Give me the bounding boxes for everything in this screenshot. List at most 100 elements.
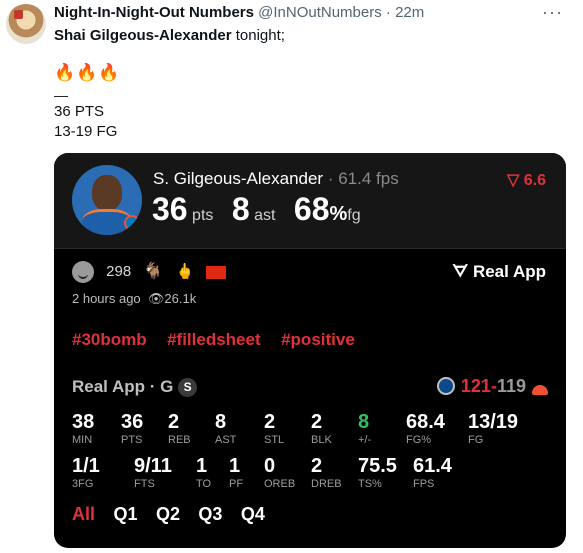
middle-finger-icon[interactable]: 🖕	[175, 263, 194, 280]
score-win: 121	[460, 376, 491, 396]
stat-value: 13/19	[468, 411, 519, 433]
stat-value: 8	[215, 411, 227, 433]
author-avatar[interactable]	[6, 4, 46, 44]
tab-q4[interactable]: Q4	[241, 504, 265, 524]
stat-label: AST	[215, 434, 237, 446]
points-unit: pts	[192, 207, 214, 224]
headline-stats: 36 pts 8 ast 68%fg	[152, 191, 375, 228]
smiley-icon[interactable]	[72, 261, 94, 284]
stat-fg: 13/19 FG	[468, 411, 518, 447]
stat-pts: 36 PTS	[121, 411, 143, 447]
stat-oreb: 0 OREB	[264, 455, 295, 491]
author-name[interactable]: Night-In-Night-Out Numbers	[54, 4, 254, 21]
real-app-label: Real App	[472, 262, 546, 281]
tweet-text: Shai Gilgeous-Alexander tonight;	[54, 26, 285, 46]
stat-value: 0	[264, 455, 276, 477]
stat-value: 36	[121, 411, 144, 433]
stat-min: 38 MIN	[72, 411, 94, 447]
stat-plus-minus: 8 +/-	[358, 411, 371, 447]
stat-label: STL	[264, 434, 285, 446]
tweet-header: Night-In-Night-Out Numbers @InNOutNumber…	[54, 4, 424, 22]
post-meta: 2 hours ago 👁26.1k	[72, 291, 196, 307]
stat-value: 75.5	[358, 455, 397, 477]
reactions-row: 298 🐐 🖕	[72, 261, 234, 284]
stat-label: TO	[196, 478, 212, 490]
points-value: 36	[152, 191, 188, 227]
hashtag[interactable]: #positive	[281, 330, 355, 349]
stat-value: 9/11	[134, 455, 172, 477]
tweet-pts-line: 36 PTS	[54, 103, 105, 120]
stat-fps: 61.4 FPS	[413, 455, 452, 491]
stat-label: REB	[168, 434, 191, 446]
tab-q2[interactable]: Q2	[156, 504, 180, 524]
player-avatar	[72, 165, 142, 235]
fire-emojis: 🔥🔥🔥	[54, 63, 121, 82]
avatar-logo	[14, 10, 23, 19]
stat-label: TS%	[358, 478, 382, 490]
stat-value: 1	[229, 455, 241, 477]
stat-3fg: 1/1 3FG	[72, 455, 100, 491]
stat-value: 68.4	[406, 411, 445, 433]
stat-reb: 2 REB	[168, 411, 191, 447]
more-options-icon[interactable]: ···	[542, 2, 563, 23]
stat-value: 61.4	[413, 455, 452, 477]
real-app-logo-icon: ᗊ	[452, 262, 473, 281]
real-app-link[interactable]: ᗊ Real App	[452, 262, 546, 282]
score-loss: 119	[496, 376, 526, 396]
stat-value: 2	[311, 411, 323, 433]
tweet-fg-line: 13-19 FG	[54, 123, 118, 140]
quarter-tabs: All Q1 Q2 Q3 Q4	[72, 504, 279, 525]
game-source-label: Real App · G	[72, 377, 174, 396]
tab-all[interactable]: All	[72, 504, 95, 524]
stat-label: OREB	[264, 478, 296, 490]
stat-card[interactable]: S. Gilgeous-Alexander · 61.4 fps ▽ 6.6 3…	[54, 153, 566, 548]
goat-icon[interactable]: 🐐	[143, 263, 163, 280]
hashtag[interactable]: #30bomb	[72, 330, 147, 349]
stat-value: 1/1	[72, 455, 100, 477]
china-flag-icon[interactable]	[206, 265, 227, 279]
stat-label: +/-	[358, 434, 372, 446]
thunder-logo-icon	[532, 385, 548, 395]
stat-ts-pct: 75.5 TS%	[358, 455, 397, 491]
stat-label: BLK	[311, 434, 332, 446]
game-score: 121-119	[436, 376, 548, 397]
stat-stl: 2 STL	[264, 411, 284, 447]
stat-to: 1 TO	[196, 455, 211, 491]
tweet-player-name: Shai Gilgeous-Alexander	[54, 27, 232, 44]
stat-label: PTS	[121, 434, 143, 446]
assists-value: 8	[231, 191, 250, 227]
trend-value: 6.6	[523, 172, 546, 189]
stat-value: 1	[196, 455, 208, 477]
tab-q1[interactable]: Q1	[113, 504, 137, 524]
stat-label: DREB	[311, 478, 342, 490]
starter-badge: S	[178, 378, 198, 398]
stat-dreb: 2 DREB	[311, 455, 342, 491]
time-ago: 2 hours ago	[72, 291, 141, 306]
stat-fts: 9/11 FTS	[134, 455, 172, 491]
fg-unit: fg	[347, 207, 361, 224]
stat-label: FPS	[413, 478, 435, 490]
trend-down-icon: ▽	[507, 172, 524, 189]
player-name-line: S. Gilgeous-Alexander · 61.4 fps	[153, 169, 399, 189]
stat-ast: 8 AST	[215, 411, 236, 447]
smiley-count: 298	[106, 263, 132, 280]
stat-blk: 2 BLK	[311, 411, 332, 447]
stat-value: 2	[168, 411, 180, 433]
eye-icon: 👁	[147, 291, 165, 306]
stat-value: 2	[311, 455, 323, 477]
tab-q3[interactable]: Q3	[198, 504, 222, 524]
team-badge-icon	[124, 215, 140, 231]
hashtag[interactable]: #filledsheet	[167, 330, 261, 349]
card-header: S. Gilgeous-Alexander · 61.4 fps ▽ 6.6 3…	[54, 153, 566, 249]
mavericks-logo-icon	[436, 377, 455, 395]
fg-value: 68	[293, 191, 330, 227]
author-handle[interactable]: @InNOutNumbers	[258, 4, 382, 21]
assists-unit: ast	[254, 207, 276, 224]
tweet-time[interactable]: 22m	[395, 4, 424, 21]
stat-value: 8	[358, 411, 370, 433]
trend-indicator: ▽ 6.6	[507, 170, 546, 190]
stat-label: MIN	[72, 434, 93, 446]
hashtags: #30bomb #filledsheet #positive	[72, 330, 371, 350]
tweet-dash: —	[54, 87, 68, 103]
stat-label: FG	[468, 434, 484, 446]
